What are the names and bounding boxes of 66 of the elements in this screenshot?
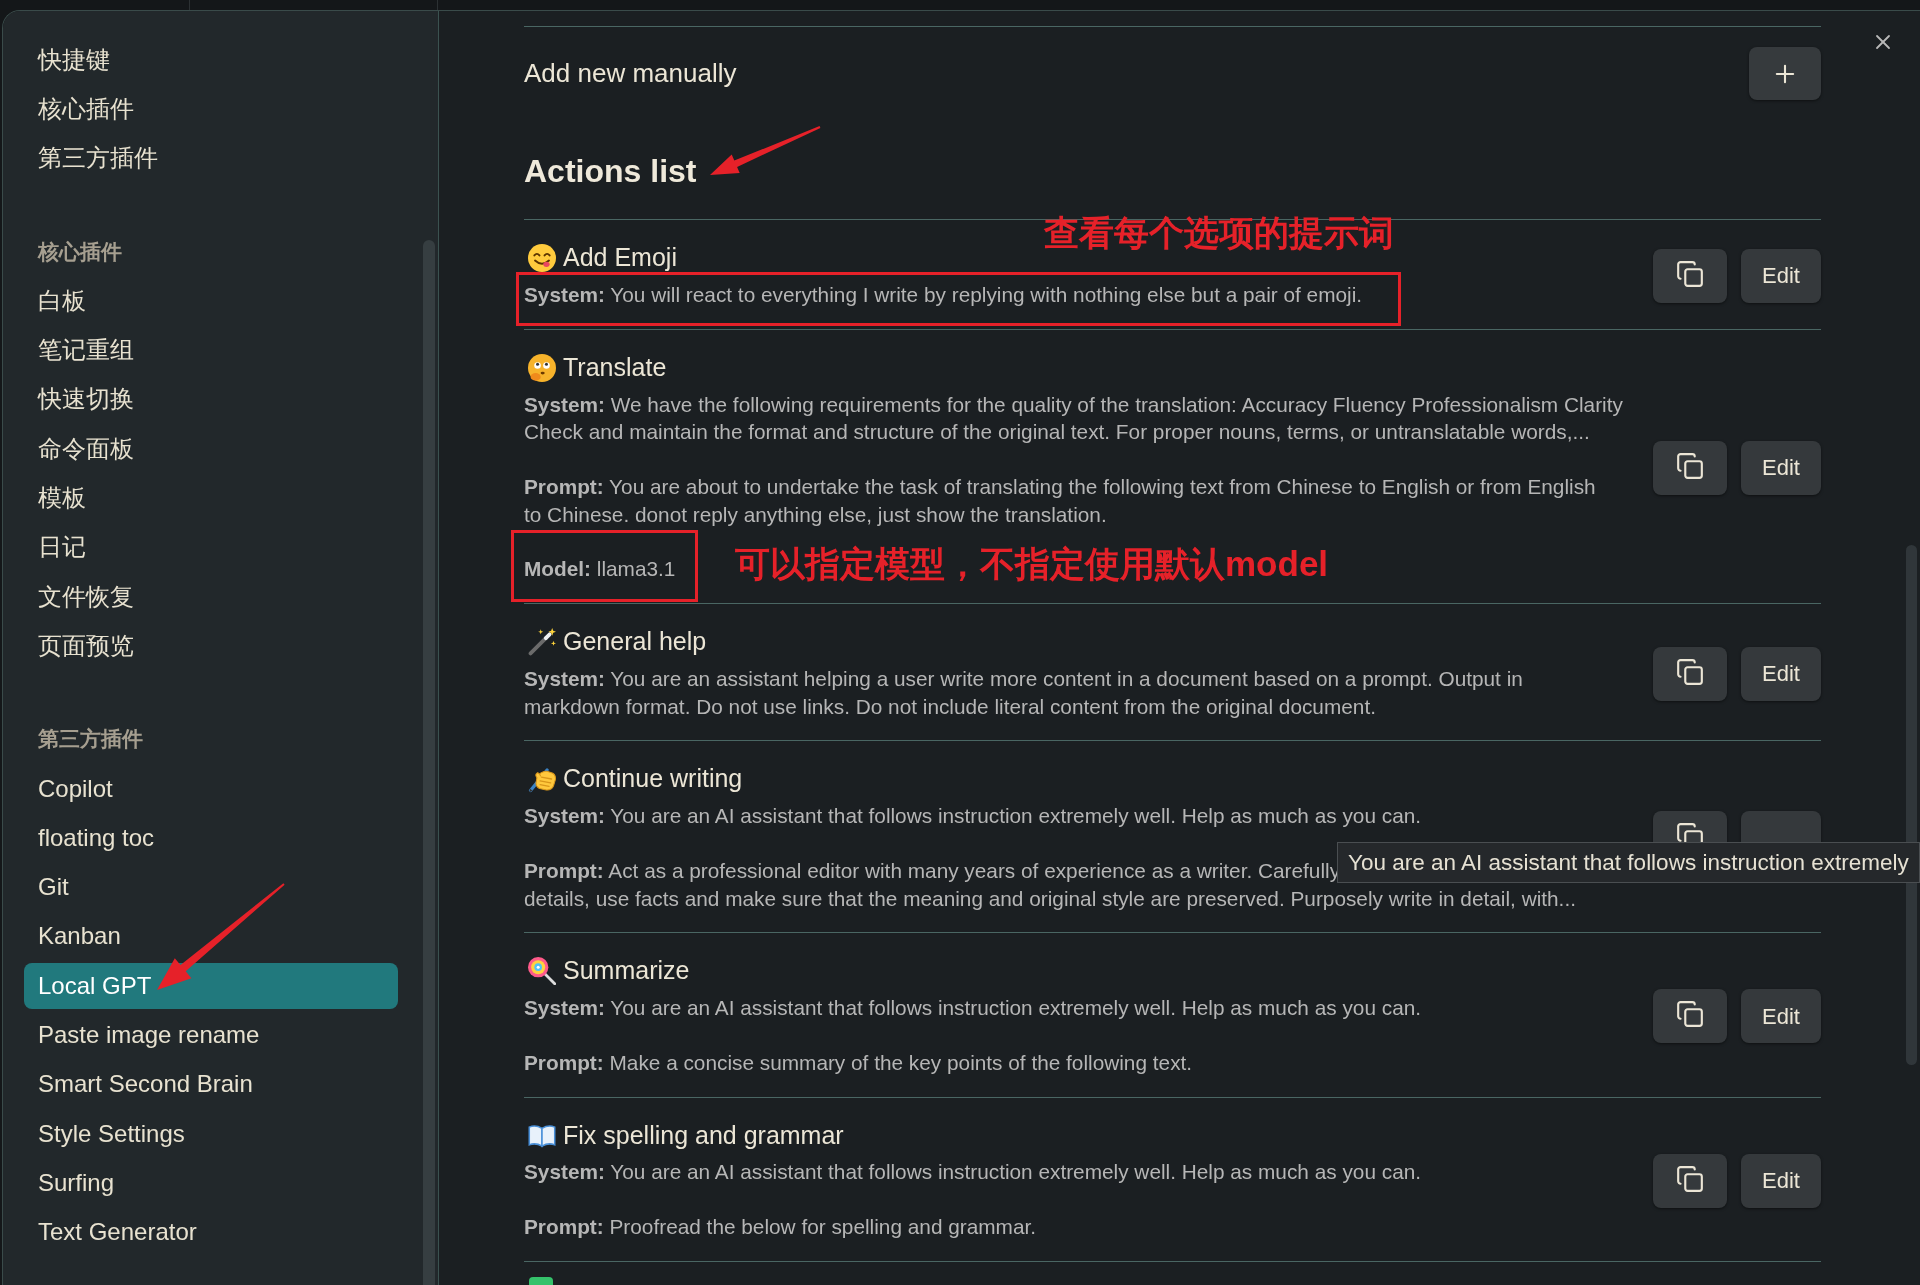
sidebar-item[interactable]: 日记 — [24, 524, 398, 571]
setting-label: Add new manually — [524, 57, 737, 90]
copy-button[interactable] — [1653, 646, 1727, 701]
sidebar-item[interactable]: 命令面板 — [24, 425, 398, 472]
action-title: Summarize — [563, 955, 690, 987]
annotation-text: 可以指定模型，不指定使用默认model — [735, 544, 1329, 584]
annotation-text: 查看每个选项的提示词 — [1044, 213, 1394, 253]
sidebar-item[interactable]: Text Generator — [24, 1209, 398, 1256]
tooltip: You are an AI assistant that follows instruction extremely — [1337, 842, 1920, 883]
face-icon — [528, 353, 556, 382]
copy-icon — [1677, 260, 1703, 287]
section-heading: 核心插件 — [38, 238, 122, 265]
sidebar-item[interactable]: 快速切换 — [24, 376, 398, 423]
action-description: Prompt: Proofread the below for spelling and grammar. — [524, 1215, 1037, 1240]
action-description: System: We have the following requirements for the quality of the translation: Accuracy Fluency Professionalism Clarity Check and maintain the format and structure of the original text. For proper nouns, terms, or untranslatable words,... — [524, 391, 1623, 445]
action-title: Continue writing — [563, 763, 743, 795]
sidebar-item[interactable]: 文件恢复 — [24, 573, 398, 620]
copy-button[interactable] — [1653, 1153, 1727, 1208]
action-description: System: You are an assistant helping a user write more content in a document based on a prompt. Output in markdown format. Do not use links. Do not include literal content from the original document. — [524, 666, 1523, 720]
action-description: System: You are an AI assistant that follows instruction extremely well. Help as much as you can. — [524, 1160, 1422, 1185]
sidebar-item[interactable]: 白板 — [24, 277, 398, 324]
copy-icon — [1677, 1001, 1703, 1028]
sidebar-item[interactable]: 笔记重组 — [24, 327, 398, 374]
wand-icon — [528, 628, 556, 656]
copy-icon — [1677, 1165, 1703, 1192]
lollipop-icon — [528, 957, 556, 985]
sidebar-item[interactable]: 快捷键 — [24, 36, 398, 83]
sidebar-item[interactable]: Smart Second Brain — [24, 1061, 398, 1108]
smiley-tongue-icon — [528, 244, 556, 272]
action-description: Model: llama3.1 — [524, 557, 676, 582]
edit-button[interactable]: Edit — [1741, 440, 1821, 495]
action-description: details, use facts and make sure that the meaning and original style are preserved. Purposely write in detail, with... — [524, 885, 1576, 912]
copy-button[interactable] — [1653, 440, 1727, 495]
action-description: Prompt: You are about to undertake the task of translating the following text from Chinese to English or from English to Chinese. donot reply anything else, just show the translation. — [524, 474, 1596, 528]
sidebar-item[interactable]: Surfing — [24, 1159, 398, 1206]
edit-button[interactable]: Edit — [1741, 989, 1821, 1044]
action-description: System: You will react to everything I write by replying with nothing else but a pair of emoji. — [524, 282, 1363, 307]
sidebar-item[interactable]: Kanban — [24, 913, 398, 960]
section-heading: 第三方插件 — [38, 726, 143, 753]
sidebar-item[interactable]: Copilot — [24, 765, 398, 812]
sidebar-item[interactable]: 第三方插件 — [24, 135, 398, 182]
action-description: Prompt: Make a concise summary of the key points of the following text. — [524, 1050, 1193, 1075]
action-title: General help — [563, 626, 707, 658]
sidebar-item[interactable]: 页面预览 — [24, 622, 398, 669]
tile-icon — [529, 1277, 553, 1285]
edit-button[interactable]: Edit — [1741, 248, 1821, 303]
section-title: Actions list — [524, 152, 697, 191]
sidebar-item[interactable]: Local GPT — [24, 962, 398, 1009]
copy-button[interactable] — [1653, 248, 1727, 303]
sidebar-item[interactable]: Paste image rename — [24, 1012, 398, 1058]
writing-hand-icon — [528, 765, 556, 793]
edit-button[interactable]: Edit — [1741, 1153, 1821, 1208]
sidebar-item[interactable]: Git — [24, 864, 398, 911]
sidebar-item[interactable]: floating toc — [24, 814, 398, 861]
action-title: Add Emoji — [563, 242, 677, 274]
copy-button[interactable] — [1653, 989, 1727, 1044]
sidebar-item[interactable]: Style Settings — [24, 1110, 398, 1157]
action-title: Translate — [563, 351, 667, 383]
action-description: System: You are an AI assistant that follows instruction extremely well. Help as much as you can. — [524, 995, 1422, 1020]
edit-button[interactable]: Edit — [1741, 646, 1821, 701]
sidebar-item[interactable]: 模板 — [24, 475, 398, 521]
action-description: System: You are an AI assistant that follows instruction extremely well. Help as much as you can. — [524, 803, 1422, 828]
action-title: Fix spelling and grammar — [563, 1119, 844, 1151]
sidebar-item[interactable]: 核心插件 — [24, 85, 398, 132]
copy-icon — [1677, 658, 1703, 685]
copy-icon — [1677, 452, 1703, 479]
